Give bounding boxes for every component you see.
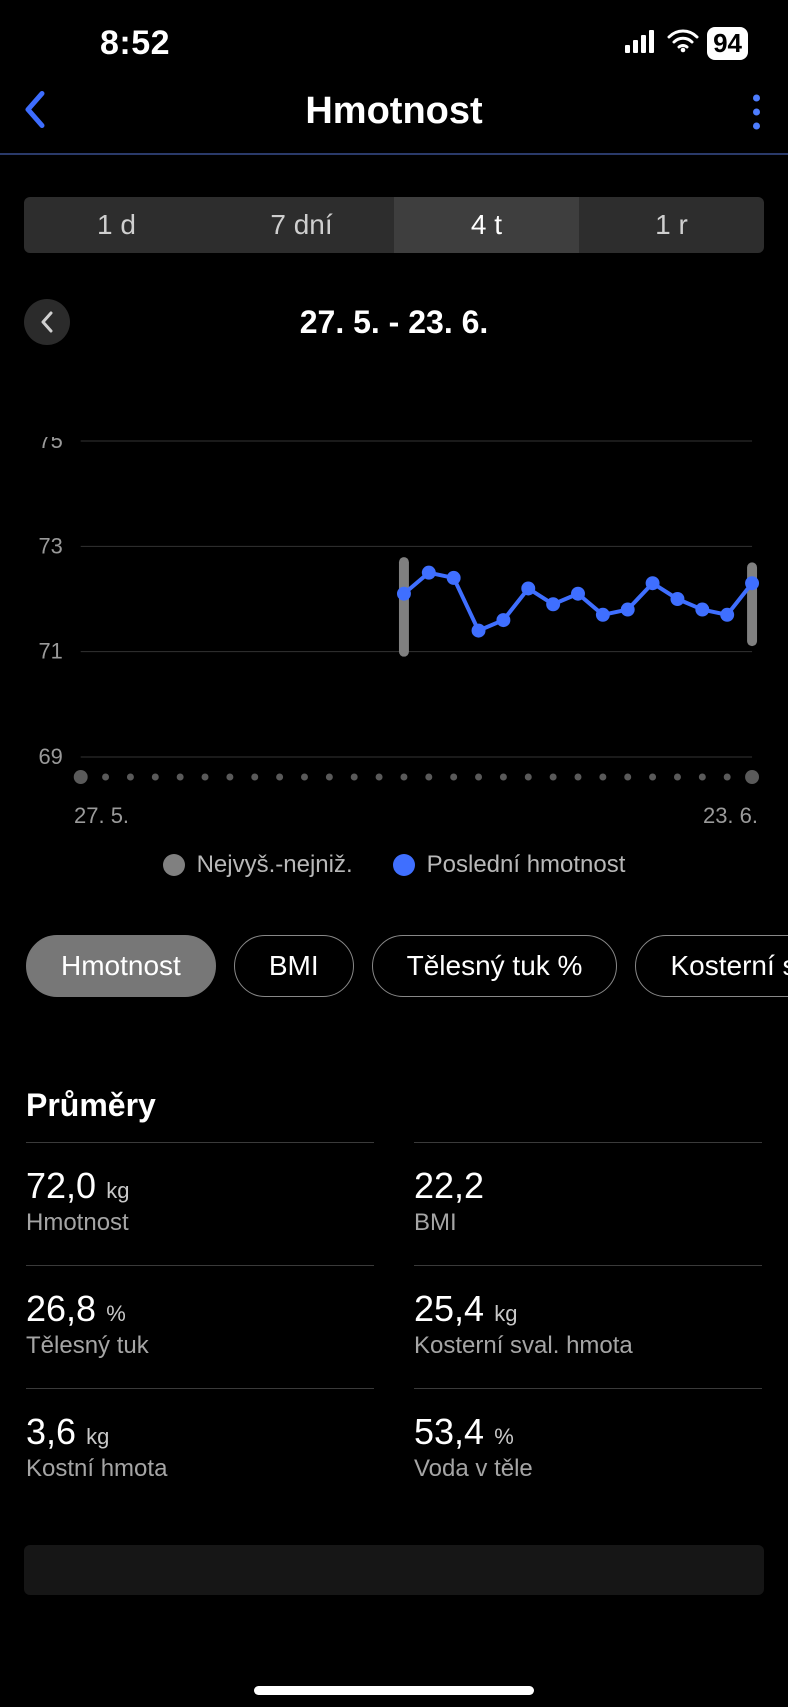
svg-text:71: 71 <box>38 639 62 664</box>
svg-text:69: 69 <box>38 744 62 769</box>
weight-chart[interactable]: 69 71 73 75 27. 5. 23. 6. Nejvyš.-nejniž. Po… <box>26 437 762 879</box>
page-title: Hmotnost <box>305 90 482 133</box>
legend-dot-icon <box>393 854 415 876</box>
metric-pill[interactable]: Kosterní sval <box>635 935 788 997</box>
average-cell: 22,2 BMI <box>414 1142 762 1265</box>
more-menu-button[interactable] <box>753 94 760 129</box>
average-value: 72,0 <box>26 1165 96 1206</box>
average-unit: kg <box>488 1301 517 1326</box>
home-indicator[interactable] <box>254 1686 534 1695</box>
wifi-icon <box>667 29 699 58</box>
average-label: Kosterní sval. hmota <box>414 1332 762 1360</box>
average-unit: % <box>488 1424 514 1449</box>
x-axis-end-label: 23. 6. <box>703 803 758 829</box>
average-cell: 53,4 % Voda v těle <box>414 1388 762 1511</box>
average-label: Kostní hmota <box>26 1455 374 1483</box>
metric-pill[interactable]: Hmotnost <box>26 935 216 997</box>
average-label: Voda v těle <box>414 1455 762 1483</box>
status-bar: 8:52 94 <box>0 0 788 70</box>
average-label: BMI <box>414 1209 762 1237</box>
legend-item: Nejvyš.-nejniž. <box>163 851 353 879</box>
average-value: 26,8 <box>26 1288 96 1329</box>
prev-range-button[interactable] <box>24 299 70 345</box>
period-selector: 1 d7 dní4 t1 r <box>24 197 764 253</box>
period-tab[interactable]: 7 dní <box>209 197 394 253</box>
average-value: 3,6 <box>26 1411 76 1452</box>
svg-text:73: 73 <box>38 533 62 558</box>
legend-label: Poslední hmotnost <box>427 851 626 879</box>
average-label: Tělesný tuk <box>26 1332 374 1360</box>
average-cell: 72,0 kg Hmotnost <box>26 1142 374 1265</box>
metric-selector: Hmotnost BMI Tělesný tuk % Kosterní sval <box>26 935 788 997</box>
average-unit: % <box>100 1301 126 1326</box>
metric-pill[interactable]: Tělesný tuk % <box>372 935 618 997</box>
period-tab[interactable]: 1 r <box>579 197 764 253</box>
signal-icon <box>625 29 659 58</box>
date-range-label: 27. 5. - 23. 6. <box>300 304 489 341</box>
average-label: Hmotnost <box>26 1209 374 1237</box>
x-axis-start-label: 27. 5. <box>74 803 129 829</box>
app-header: Hmotnost <box>0 70 788 155</box>
legend-label: Nejvyš.-nejniž. <box>197 851 353 879</box>
legend-dot-icon <box>163 854 185 876</box>
svg-text:75: 75 <box>38 437 62 453</box>
average-value: 22,2 <box>414 1165 484 1206</box>
date-range-nav: 27. 5. - 23. 6. <box>0 297 788 347</box>
legend-item: Poslední hmotnost <box>393 851 626 879</box>
averages-section: Průměry 72,0 kg Hmotnost 22,2 BMI 26,8 % Těle… <box>26 1087 762 1511</box>
averages-title: Průměry <box>26 1087 762 1124</box>
average-unit: kg <box>80 1424 109 1449</box>
metric-pill[interactable]: BMI <box>234 935 354 997</box>
battery-indicator: 94 <box>707 27 748 60</box>
status-time: 8:52 <box>100 24 170 63</box>
average-value: 25,4 <box>414 1288 484 1329</box>
bottom-card[interactable] <box>24 1545 764 1595</box>
average-cell: 25,4 kg Kosterní sval. hmota <box>414 1265 762 1388</box>
average-cell: 26,8 % Tělesný tuk <box>26 1265 374 1388</box>
status-indicators: 94 <box>625 27 748 60</box>
average-cell: 3,6 kg Kostní hmota <box>26 1388 374 1511</box>
period-tab[interactable]: 1 d <box>24 197 209 253</box>
chart-legend: Nejvyš.-nejniž. Poslední hmotnost <box>26 851 762 879</box>
back-button[interactable] <box>22 89 48 134</box>
average-value: 53,4 <box>414 1411 484 1452</box>
average-unit: kg <box>100 1178 129 1203</box>
period-tab[interactable]: 4 t <box>394 197 579 253</box>
